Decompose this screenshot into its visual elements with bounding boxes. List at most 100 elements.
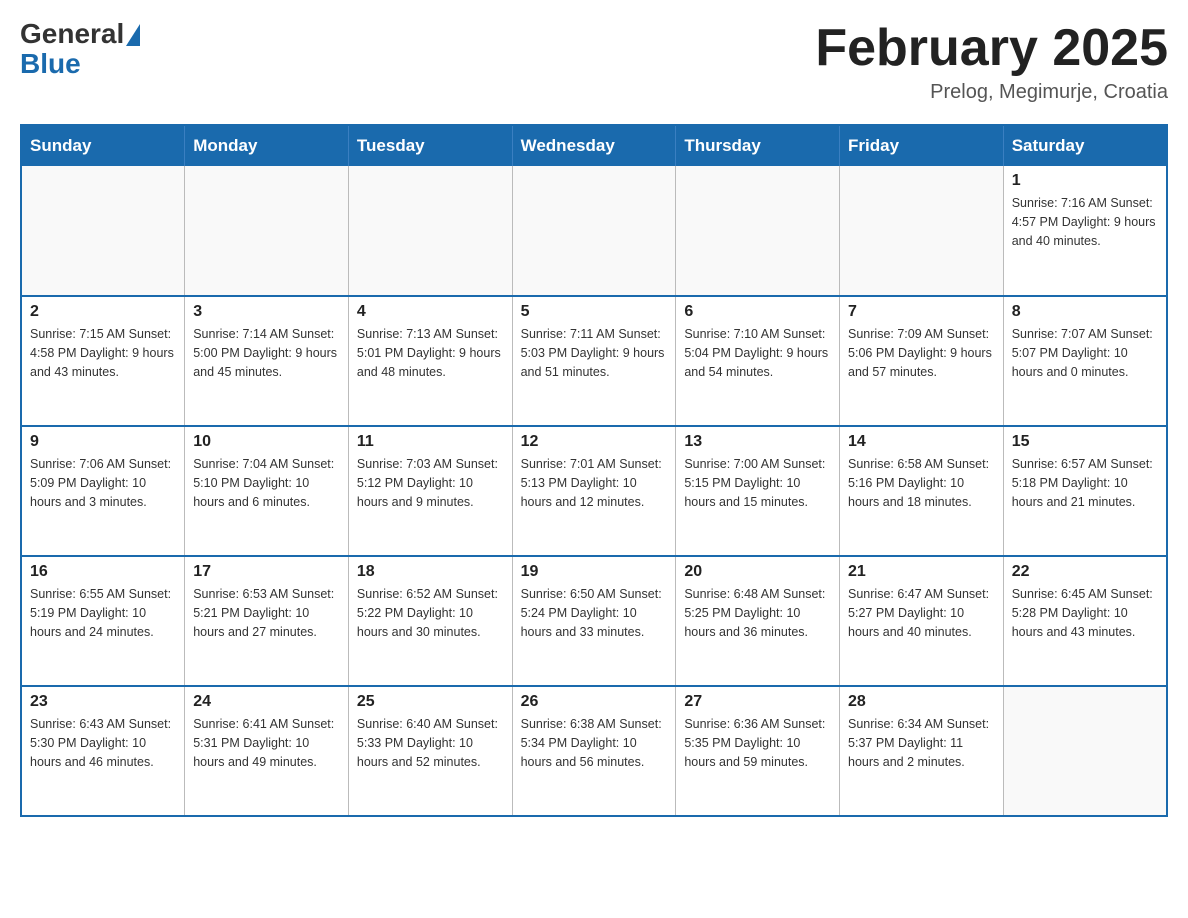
day-number: 6 (684, 303, 831, 321)
day-info: Sunrise: 6:40 AM Sunset: 5:33 PM Dayligh… (357, 715, 504, 771)
calendar-cell: 28 Sunrise: 6:34 AM Sunset: 5:37 PM Dayli… (840, 686, 1004, 816)
calendar-cell: 1 Sunrise: 7:16 AM Sunset: 4:57 PM Daylig… (1003, 166, 1167, 296)
day-number: 15 (1012, 433, 1158, 451)
day-number: 25 (357, 693, 504, 711)
day-number: 16 (30, 563, 176, 581)
weekday-header-row: SundayMondayTuesdayWednesdayThursdayFrid… (21, 125, 1167, 166)
calendar-cell: 27Sunrise: 6:36 AM Sunset: 5:35 PM Dayli… (676, 686, 840, 816)
logo-text: General (20, 20, 140, 48)
calendar-cell: 24 Sunrise: 6:41 AM Sunset: 5:31 PM Dayli… (185, 686, 349, 816)
day-number: 2 (30, 303, 176, 321)
day-number: 1 (1012, 172, 1158, 190)
day-info: Sunrise: 7:03 AM Sunset: 5:12 PM Dayligh… (357, 455, 504, 511)
calendar-cell: 14 Sunrise: 6:58 AM Sunset: 5:16 PM Dayli… (840, 426, 1004, 556)
day-info: Sunrise: 7:16 AM Sunset: 4:57 PM Dayligh… (1012, 194, 1158, 250)
calendar-cell: 10 Sunrise: 7:04 AM Sunset: 5:10 PM Dayli… (185, 426, 349, 556)
day-number: 26 (521, 693, 668, 711)
weekday-header-friday: Friday (840, 125, 1004, 166)
day-info: Sunrise: 7:00 AM Sunset: 5:15 PM Dayligh… (684, 455, 831, 511)
calendar-cell: 7 Sunrise: 7:09 AM Sunset: 5:06 PM Daylig… (840, 296, 1004, 426)
day-info: Sunrise: 6:36 AM Sunset: 5:35 PM Dayligh… (684, 715, 831, 771)
calendar-cell: 5Sunrise: 7:11 AM Sunset: 5:03 PM Daylig… (512, 296, 676, 426)
calendar-cell: 17 Sunrise: 6:53 AM Sunset: 5:21 PM Dayli… (185, 556, 349, 686)
day-number: 4 (357, 303, 504, 321)
day-number: 10 (193, 433, 340, 451)
day-info: Sunrise: 6:47 AM Sunset: 5:27 PM Dayligh… (848, 585, 995, 641)
weekday-header-wednesday: Wednesday (512, 125, 676, 166)
week-row-1: 1 Sunrise: 7:16 AM Sunset: 4:57 PM Daylig… (21, 166, 1167, 296)
day-info: Sunrise: 6:52 AM Sunset: 5:22 PM Dayligh… (357, 585, 504, 641)
calendar-cell: 11 Sunrise: 7:03 AM Sunset: 5:12 PM Dayli… (348, 426, 512, 556)
day-info: Sunrise: 6:41 AM Sunset: 5:31 PM Dayligh… (193, 715, 340, 771)
logo-blue-text: Blue (20, 48, 81, 80)
calendar-cell: 20 Sunrise: 6:48 AM Sunset: 5:25 PM Dayli… (676, 556, 840, 686)
calendar-cell (1003, 686, 1167, 816)
day-number: 14 (848, 433, 995, 451)
calendar-cell: 6 Sunrise: 7:10 AM Sunset: 5:04 PM Daylig… (676, 296, 840, 426)
day-number: 21 (848, 563, 995, 581)
week-row-4: 16 Sunrise: 6:55 AM Sunset: 5:19 PM Dayli… (21, 556, 1167, 686)
weekday-header-tuesday: Tuesday (348, 125, 512, 166)
calendar-cell: 3Sunrise: 7:14 AM Sunset: 5:00 PM Daylig… (185, 296, 349, 426)
day-number: 8 (1012, 303, 1158, 321)
calendar-cell: 4Sunrise: 7:13 AM Sunset: 5:01 PM Daylig… (348, 296, 512, 426)
calendar-cell (21, 166, 185, 296)
day-info: Sunrise: 7:09 AM Sunset: 5:06 PM Dayligh… (848, 325, 995, 381)
weekday-header-saturday: Saturday (1003, 125, 1167, 166)
day-number: 7 (848, 303, 995, 321)
weekday-header-sunday: Sunday (21, 125, 185, 166)
day-info: Sunrise: 7:06 AM Sunset: 5:09 PM Dayligh… (30, 455, 176, 511)
day-info: Sunrise: 7:15 AM Sunset: 4:58 PM Dayligh… (30, 325, 176, 381)
title-block: February 2025 Prelog, Megimurje, Croatia (815, 20, 1168, 104)
week-row-3: 9 Sunrise: 7:06 AM Sunset: 5:09 PM Daylig… (21, 426, 1167, 556)
calendar-cell: 9 Sunrise: 7:06 AM Sunset: 5:09 PM Daylig… (21, 426, 185, 556)
day-number: 23 (30, 693, 176, 711)
logo: General Blue (20, 20, 140, 80)
day-number: 19 (521, 563, 668, 581)
week-row-5: 23 Sunrise: 6:43 AM Sunset: 5:30 PM Dayli… (21, 686, 1167, 816)
calendar-cell: 18Sunrise: 6:52 AM Sunset: 5:22 PM Dayli… (348, 556, 512, 686)
day-info: Sunrise: 6:43 AM Sunset: 5:30 PM Dayligh… (30, 715, 176, 771)
calendar-cell (348, 166, 512, 296)
day-info: Sunrise: 6:48 AM Sunset: 5:25 PM Dayligh… (684, 585, 831, 641)
day-info: Sunrise: 6:34 AM Sunset: 5:37 PM Dayligh… (848, 715, 995, 771)
calendar-table: SundayMondayTuesdayWednesdayThursdayFrid… (20, 124, 1168, 817)
calendar-cell: 25 Sunrise: 6:40 AM Sunset: 5:33 PM Dayli… (348, 686, 512, 816)
calendar-cell (840, 166, 1004, 296)
day-number: 9 (30, 433, 176, 451)
day-number: 20 (684, 563, 831, 581)
weekday-header-thursday: Thursday (676, 125, 840, 166)
day-info: Sunrise: 6:58 AM Sunset: 5:16 PM Dayligh… (848, 455, 995, 511)
calendar-cell: 16 Sunrise: 6:55 AM Sunset: 5:19 PM Dayli… (21, 556, 185, 686)
calendar-cell: 2 Sunrise: 7:15 AM Sunset: 4:58 PM Daylig… (21, 296, 185, 426)
calendar-cell: 13Sunrise: 7:00 AM Sunset: 5:15 PM Dayli… (676, 426, 840, 556)
calendar-cell: 8Sunrise: 7:07 AM Sunset: 5:07 PM Daylig… (1003, 296, 1167, 426)
day-info: Sunrise: 6:38 AM Sunset: 5:34 PM Dayligh… (521, 715, 668, 771)
calendar-cell (185, 166, 349, 296)
calendar-cell: 15Sunrise: 6:57 AM Sunset: 5:18 PM Dayli… (1003, 426, 1167, 556)
month-title: February 2025 (815, 20, 1168, 77)
day-number: 24 (193, 693, 340, 711)
day-number: 22 (1012, 563, 1158, 581)
day-info: Sunrise: 7:04 AM Sunset: 5:10 PM Dayligh… (193, 455, 340, 511)
day-number: 28 (848, 693, 995, 711)
day-info: Sunrise: 6:55 AM Sunset: 5:19 PM Dayligh… (30, 585, 176, 641)
calendar-cell (512, 166, 676, 296)
day-number: 11 (357, 433, 504, 451)
day-info: Sunrise: 6:50 AM Sunset: 5:24 PM Dayligh… (521, 585, 668, 641)
calendar-cell: 12Sunrise: 7:01 AM Sunset: 5:13 PM Dayli… (512, 426, 676, 556)
logo-flag-icon (126, 24, 140, 46)
day-info: Sunrise: 6:53 AM Sunset: 5:21 PM Dayligh… (193, 585, 340, 641)
calendar-cell: 23 Sunrise: 6:43 AM Sunset: 5:30 PM Dayli… (21, 686, 185, 816)
day-info: Sunrise: 6:45 AM Sunset: 5:28 PM Dayligh… (1012, 585, 1158, 641)
day-number: 17 (193, 563, 340, 581)
logo-general-text: General (20, 20, 124, 48)
day-info: Sunrise: 7:01 AM Sunset: 5:13 PM Dayligh… (521, 455, 668, 511)
day-info: Sunrise: 7:10 AM Sunset: 5:04 PM Dayligh… (684, 325, 831, 381)
location-subtitle: Prelog, Megimurje, Croatia (815, 81, 1168, 104)
week-row-2: 2 Sunrise: 7:15 AM Sunset: 4:58 PM Daylig… (21, 296, 1167, 426)
day-info: Sunrise: 7:11 AM Sunset: 5:03 PM Dayligh… (521, 325, 668, 381)
day-number: 3 (193, 303, 340, 321)
page-header: General Blue February 2025 Prelog, Megim… (20, 20, 1168, 104)
calendar-cell (676, 166, 840, 296)
